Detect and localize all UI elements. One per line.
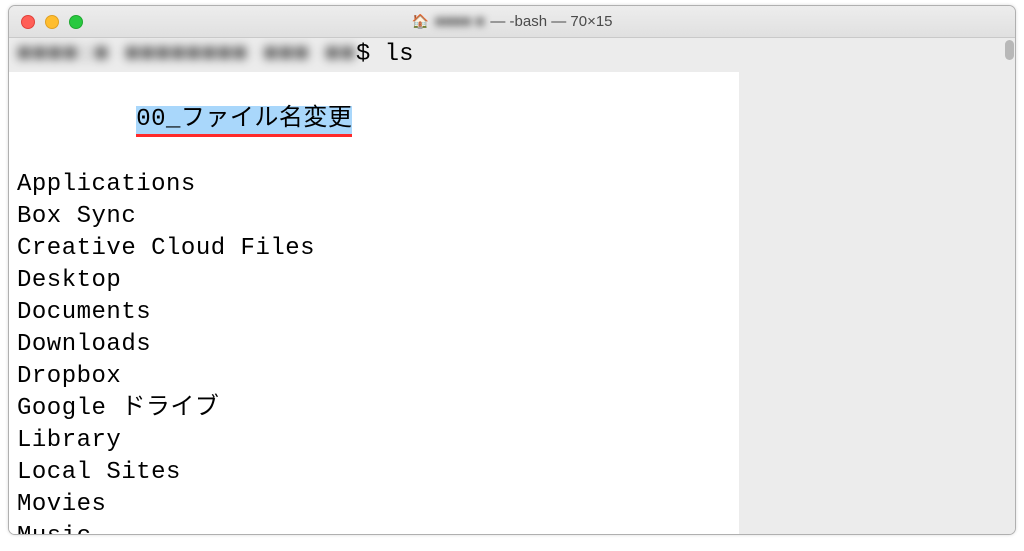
- title-suffix: — -bash — 70×15: [490, 13, 612, 30]
- ls-line: Movies: [17, 489, 731, 521]
- close-button[interactable]: [21, 15, 35, 29]
- titlebar[interactable]: 🏠 ■■■■ ■ — -bash — 70×15: [9, 6, 1015, 38]
- minimize-button[interactable]: [45, 15, 59, 29]
- traffic-lights: [21, 15, 83, 29]
- prompt-command: ls: [385, 39, 414, 71]
- ls-output: 00_ファイル名変更 Applications Box Sync Creativ…: [9, 72, 739, 534]
- ls-line: Desktop: [17, 265, 731, 297]
- ls-line: Downloads: [17, 329, 731, 361]
- ls-line: Music: [17, 521, 731, 534]
- prompt-blurred: ■■■■:■ ■■■■■■■■ ■■■ ■■: [17, 39, 356, 71]
- ls-line: Documents: [17, 297, 731, 329]
- home-icon: 🏠: [411, 13, 428, 30]
- ls-line: Library: [17, 425, 731, 457]
- ls-line: Local Sites: [17, 457, 731, 489]
- maximize-button[interactable]: [69, 15, 83, 29]
- ls-line: Google ドライブ: [17, 393, 731, 425]
- window-title: 🏠 ■■■■ ■ — -bash — 70×15: [9, 13, 1015, 30]
- prompt-row: ■■■■:■ ■■■■■■■■ ■■■ ■■ $ ls: [9, 38, 1015, 72]
- ls-line: Dropbox: [17, 361, 731, 393]
- highlighted-filename: 00_ファイル名変更: [136, 106, 352, 137]
- scrollbar-thumb[interactable]: [1005, 40, 1014, 60]
- terminal-window: 🏠 ■■■■ ■ — -bash — 70×15 ■■■■:■ ■■■■■■■■…: [8, 5, 1016, 535]
- prompt-dollar: $: [356, 39, 385, 71]
- terminal-body[interactable]: ■■■■:■ ■■■■■■■■ ■■■ ■■ $ ls 00_ファイル名変更 A…: [9, 38, 1015, 534]
- ls-line: Creative Cloud Files: [17, 233, 731, 265]
- title-blurred-path: ■■■■ ■: [435, 13, 484, 30]
- ls-line: Box Sync: [17, 201, 731, 233]
- ls-line: Applications: [17, 169, 731, 201]
- ls-line-highlighted: 00_ファイル名変更: [17, 72, 731, 169]
